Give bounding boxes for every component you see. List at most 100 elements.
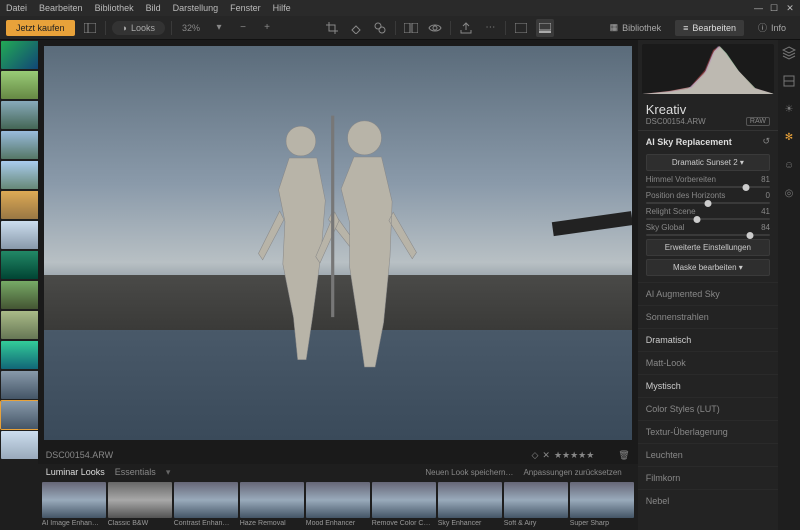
thumb[interactable] xyxy=(1,71,38,99)
eraser-icon[interactable] xyxy=(347,19,365,37)
thumb[interactable] xyxy=(1,281,38,309)
sidebar-toggle-icon[interactable] xyxy=(81,19,99,37)
look-item[interactable]: Soft & Airy xyxy=(504,482,568,527)
thumb[interactable] xyxy=(1,41,38,69)
tool-mystisch[interactable]: Mystisch xyxy=(638,374,778,397)
look-item[interactable]: Sky Enhancer xyxy=(438,482,502,527)
look-item[interactable]: Contrast Enhan… xyxy=(174,482,238,527)
menu-datei[interactable]: Datei xyxy=(6,3,27,13)
tool-filmkorn[interactable]: Filmkorn xyxy=(638,466,778,489)
dots-icon[interactable]: ⋯ xyxy=(481,19,499,37)
current-filename: DSC00154.ARW xyxy=(46,450,113,460)
looks-tab-essentials[interactable]: Essentials xyxy=(115,467,156,477)
view-single-icon[interactable] xyxy=(512,19,530,37)
menu-bibliothek[interactable]: Bibliothek xyxy=(95,3,134,13)
panel-filename: DSC00154.ARW xyxy=(646,117,706,126)
reject-icon[interactable]: ✕ xyxy=(542,450,550,461)
edit-mask-button[interactable]: Maske bearbeiten ▾ xyxy=(646,259,770,276)
histogram[interactable] xyxy=(642,44,774,94)
portrait-icon[interactable]: ☺ xyxy=(782,158,796,172)
pro-icon[interactable]: ◎ xyxy=(782,186,796,200)
thumb[interactable] xyxy=(1,341,38,369)
mode-edit[interactable]: ≡Bearbeiten xyxy=(675,20,744,36)
zoom-out-button[interactable]: − xyxy=(234,19,252,37)
thumb[interactable] xyxy=(1,161,38,189)
star-icon[interactable]: ★★★★★ xyxy=(554,450,594,461)
info-icon: ⓘ xyxy=(758,21,767,34)
mode-info[interactable]: ⓘInfo xyxy=(750,18,794,37)
look-item[interactable]: AI Image Enhan… xyxy=(42,482,106,527)
chevron-down-icon[interactable]: ▾ xyxy=(210,19,228,37)
look-item[interactable]: Classic B&W xyxy=(108,482,172,527)
looks-bar: Luminar Looks Essentials ▾ Neuen Look sp… xyxy=(38,464,638,530)
zoom-in-button[interactable]: + xyxy=(258,19,276,37)
layers-icon[interactable] xyxy=(782,46,796,60)
tool-textur[interactable]: Textur-Überlagerung xyxy=(638,420,778,443)
clone-icon[interactable] xyxy=(371,19,389,37)
menu-bild[interactable]: Bild xyxy=(146,3,161,13)
slider-himmel-vorbereiten[interactable]: Himmel Vorbereiten81 xyxy=(646,175,770,188)
looks-dropdown[interactable]: ◑ Looks xyxy=(112,21,165,35)
tool-sonnenstrahlen[interactable]: Sonnenstrahlen xyxy=(638,305,778,328)
close-icon[interactable]: ✕ xyxy=(786,3,794,14)
menu-bearbeiten[interactable]: Bearbeiten xyxy=(39,3,83,13)
thumb[interactable] xyxy=(1,191,38,219)
minimize-icon[interactable]: — xyxy=(754,3,762,14)
advanced-settings-button[interactable]: Erweiterte Einstellungen xyxy=(646,239,770,256)
looks-strip[interactable]: AI Image Enhan… Classic B&W Contrast Enh… xyxy=(38,480,638,530)
mode-library[interactable]: ▦Bibliothek xyxy=(602,19,670,36)
reset-icon[interactable]: ↺ xyxy=(762,136,770,147)
look-item[interactable]: Mood Enhancer xyxy=(306,482,370,527)
save-look-button[interactable]: Neuen Look speichern… xyxy=(425,468,513,477)
flag-icon[interactable]: ◇ xyxy=(531,450,538,461)
tool-matt-look[interactable]: Matt-Look xyxy=(638,351,778,374)
thumb-selected[interactable] xyxy=(1,401,38,429)
zoom-level[interactable]: 32% xyxy=(178,23,204,33)
image-canvas[interactable] xyxy=(38,40,638,446)
thumb[interactable] xyxy=(1,431,38,459)
menu-fenster[interactable]: Fenster xyxy=(230,3,261,13)
filmstrip-left[interactable] xyxy=(0,40,38,530)
share-icon[interactable] xyxy=(457,19,475,37)
thumb[interactable] xyxy=(1,311,38,339)
slider-horizon-position[interactable]: Position des Horizonts0 xyxy=(646,191,770,204)
thumb[interactable] xyxy=(1,101,38,129)
tool-color-styles[interactable]: Color Styles (LUT) xyxy=(638,397,778,420)
menu-hilfe[interactable]: Hilfe xyxy=(273,3,291,13)
canvas-icon[interactable] xyxy=(782,74,796,88)
right-panel: Kreativ DSC00154.ARW RAW AI Sky Replacem… xyxy=(638,40,800,530)
panel-title: Kreativ xyxy=(638,98,778,117)
look-item[interactable]: Haze Removal xyxy=(240,482,304,527)
look-item[interactable]: Remove Color C… xyxy=(372,482,436,527)
eye-icon[interactable] xyxy=(426,19,444,37)
trash-icon[interactable]: 🗑 xyxy=(618,450,629,461)
thumb[interactable] xyxy=(1,131,38,159)
thumb[interactable] xyxy=(1,251,38,279)
essentials-icon[interactable]: ☀ xyxy=(782,102,796,116)
slider-sky-global[interactable]: Sky Global84 xyxy=(646,223,770,236)
chevron-down-icon[interactable]: ▾ xyxy=(166,467,171,478)
sky-preset-dropdown[interactable]: Dramatic Sunset 2 ▾ xyxy=(646,154,770,171)
thumb[interactable] xyxy=(1,221,38,249)
tool-nebel[interactable]: Nebel xyxy=(638,489,778,512)
looks-tab-luminar[interactable]: Luminar Looks xyxy=(46,467,105,477)
tool-leuchten[interactable]: Leuchten xyxy=(638,443,778,466)
tool-ai-augmented-sky[interactable]: AI Augmented Sky xyxy=(638,282,778,305)
crop-icon[interactable] xyxy=(323,19,341,37)
tool-ai-sky-replacement: AI Sky Replacement ↺ Dramatic Sunset 2 ▾… xyxy=(638,130,778,282)
compare-icon[interactable] xyxy=(402,19,420,37)
view-filmstrip-icon[interactable] xyxy=(536,19,554,37)
raw-badge: RAW xyxy=(746,117,770,126)
menu-darstellung[interactable]: Darstellung xyxy=(173,3,219,13)
toolbar: Jetzt kaufen ◑ Looks 32% ▾ − + ⋯ ▦Biblio… xyxy=(0,16,800,40)
reset-adjustments-button[interactable]: Anpassungen zurücksetzen xyxy=(523,468,621,477)
slider-relight-scene[interactable]: Relight Scene41 xyxy=(646,207,770,220)
buy-button[interactable]: Jetzt kaufen xyxy=(6,20,75,36)
window-controls: — ☐ ✕ xyxy=(754,3,794,14)
tool-name[interactable]: AI Sky Replacement xyxy=(646,137,732,147)
maximize-icon[interactable]: ☐ xyxy=(770,3,778,14)
creative-icon[interactable]: ✻ xyxy=(782,130,796,144)
look-item[interactable]: Super Sharp xyxy=(570,482,634,527)
tool-dramatisch[interactable]: Dramatisch xyxy=(638,328,778,351)
thumb[interactable] xyxy=(1,371,38,399)
